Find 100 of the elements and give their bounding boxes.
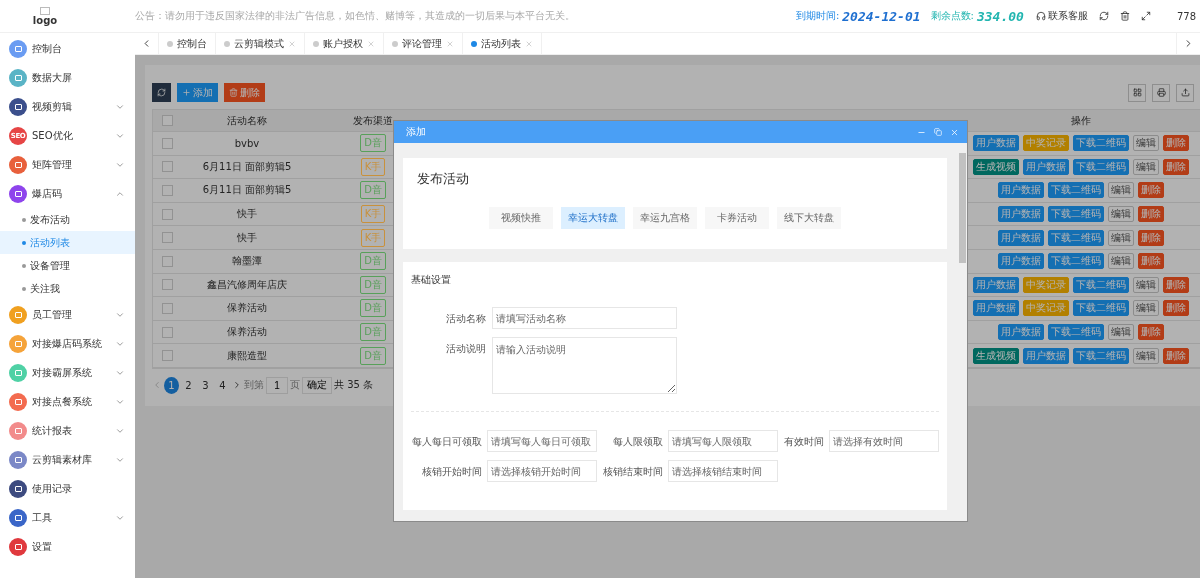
action-button[interactable]: 删除 xyxy=(1163,300,1189,317)
action-button[interactable]: 编辑 xyxy=(1133,276,1159,293)
next-page-button[interactable] xyxy=(232,380,242,391)
column-header: 活动名称 xyxy=(181,110,313,132)
confirm-button[interactable]: 确定 xyxy=(302,376,332,394)
points-label: 剩余点数: xyxy=(930,9,974,23)
page-number[interactable]: 4 xyxy=(215,376,230,394)
action-button[interactable]: 删除 xyxy=(1163,158,1189,175)
checkbox[interactable] xyxy=(161,161,173,173)
sidebar-subitem[interactable]: 设备管理 xyxy=(0,254,135,277)
close-icon[interactable] xyxy=(367,39,375,48)
checkbox[interactable] xyxy=(161,185,173,196)
sidebar-subitem[interactable]: 关注我 xyxy=(0,277,135,300)
page-number[interactable]: 1 xyxy=(164,376,179,394)
checkbox[interactable] xyxy=(161,350,173,362)
sidebar-item[interactable]: 工具 xyxy=(0,503,135,532)
action-button[interactable]: 生成视频 xyxy=(973,158,1019,175)
activity-type-tab[interactable]: 幸运九宫格 xyxy=(633,207,697,229)
sidebar-item[interactable]: 对接爆店码系统 xyxy=(0,329,135,358)
input-field[interactable]: 请填写活动名称 xyxy=(492,307,677,329)
action-button[interactable]: 编辑 xyxy=(1108,229,1134,246)
input-field[interactable]: 请选择有效时间 xyxy=(829,430,939,452)
checkbox[interactable] xyxy=(161,232,173,244)
activity-type-tab[interactable]: 幸运大转盘 xyxy=(561,207,625,229)
input-field[interactable]: 请选择核销开始时间 xyxy=(487,460,597,482)
fullscreen-icon[interactable] xyxy=(1140,11,1151,21)
channel-tag: D音 xyxy=(360,181,386,200)
action-button[interactable]: 编辑 xyxy=(1133,347,1159,364)
print-icon[interactable] xyxy=(1152,83,1170,102)
action-button[interactable]: 编辑 xyxy=(1108,182,1134,199)
text-area[interactable]: 请输入活动说明 xyxy=(492,337,677,394)
sidebar-item[interactable]: 统计报表 xyxy=(0,416,135,445)
columns-icon[interactable] xyxy=(1128,83,1146,102)
sidebar-subitem[interactable]: 活动列表 xyxy=(0,231,135,254)
page-tab[interactable]: 活动列表 xyxy=(463,33,542,54)
checkbox[interactable] xyxy=(161,326,173,338)
maximize-button[interactable] xyxy=(934,128,942,136)
input-field[interactable]: 请选择核销结束时间 xyxy=(668,460,778,482)
activity-type-tab[interactable]: 卡券活动 xyxy=(705,207,769,229)
action-button[interactable]: 编辑 xyxy=(1133,300,1159,317)
plus-icon xyxy=(182,88,191,97)
sidebar-item[interactable]: 视频剪辑 xyxy=(0,92,135,121)
sidebar-item[interactable]: 矩阵管理 xyxy=(0,150,135,179)
restore-icon xyxy=(934,128,942,136)
input-field[interactable]: 请填写每人限领取 xyxy=(668,430,778,452)
checkbox[interactable] xyxy=(161,302,173,314)
sidebar-item[interactable]: 爆店码 xyxy=(0,179,135,208)
input-field[interactable]: 请填写每人每日可领取 xyxy=(487,430,597,452)
activity-type-tab[interactable]: 线下大转盘 xyxy=(777,207,841,229)
sidebar-item[interactable]: 设置 xyxy=(0,532,135,561)
close-icon[interactable] xyxy=(446,39,454,48)
action-button[interactable]: 编辑 xyxy=(1108,206,1134,223)
sidebar-item[interactable]: 数据大屏 xyxy=(0,63,135,92)
action-button[interactable]: 删除 xyxy=(1138,206,1164,223)
refresh-button[interactable] xyxy=(152,83,171,102)
sidebar-item[interactable]: 员工管理 xyxy=(0,300,135,329)
checkbox[interactable] xyxy=(161,255,173,267)
sidebar-item[interactable]: 控制台 xyxy=(0,34,135,63)
action-button[interactable]: 删除 xyxy=(1138,324,1164,341)
action-button[interactable]: 删除 xyxy=(1138,229,1164,246)
page-input[interactable]: 1 xyxy=(266,376,288,394)
trash-icon[interactable] xyxy=(1119,11,1130,21)
action-button[interactable]: 删除 xyxy=(1138,253,1164,270)
action-button[interactable]: 删除 xyxy=(1163,276,1189,293)
page-tab[interactable]: 云剪辑模式 xyxy=(216,33,305,54)
broken-image-icon xyxy=(40,6,50,15)
page-number[interactable]: 2 xyxy=(181,376,196,394)
page-tab[interactable]: 评论管理 xyxy=(384,33,463,54)
sidebar-item[interactable]: 对接点餐系统 xyxy=(0,387,135,416)
sidebar-item[interactable]: 对接霸屏系统 xyxy=(0,358,135,387)
page-tab[interactable]: 账户授权 xyxy=(305,33,384,54)
refresh-icon[interactable] xyxy=(1098,11,1109,21)
prev-page-button[interactable] xyxy=(152,380,162,391)
checkbox[interactable] xyxy=(161,137,173,149)
sidebar-subitem[interactable]: 发布活动 xyxy=(0,208,135,231)
action-button[interactable]: 编辑 xyxy=(1108,324,1134,341)
contact-support-link[interactable]: 联系客服 xyxy=(1035,9,1088,23)
action-button[interactable]: 删除 xyxy=(1163,347,1189,364)
sidebar-item[interactable]: 云剪辑素材库 xyxy=(0,445,135,474)
page-number[interactable]: 3 xyxy=(198,376,213,394)
action-button[interactable]: 编辑 xyxy=(1133,135,1159,152)
close-icon[interactable] xyxy=(525,39,533,48)
action-button[interactable]: 删除 xyxy=(1138,182,1164,199)
points-value: 334.00 xyxy=(976,8,1024,24)
close-button[interactable] xyxy=(950,127,959,137)
activity-type-tab[interactable]: 视频快推 xyxy=(489,207,553,229)
close-icon[interactable] xyxy=(288,39,296,48)
checkbox[interactable] xyxy=(161,279,173,291)
export-icon[interactable] xyxy=(1176,83,1194,102)
field-label: 每人限领取 xyxy=(612,435,663,449)
checkbox[interactable] xyxy=(161,208,173,220)
action-button[interactable]: 删除 xyxy=(1163,135,1189,152)
page-tab[interactable]: 控制台 xyxy=(159,33,216,54)
action-button[interactable]: 编辑 xyxy=(1108,253,1134,270)
checkbox[interactable] xyxy=(161,115,173,126)
action-button[interactable]: 生成视频 xyxy=(973,347,1019,364)
action-button[interactable]: 编辑 xyxy=(1133,158,1159,175)
sidebar-item[interactable]: 使用记录 xyxy=(0,474,135,503)
delete-button[interactable]: 删除 xyxy=(224,83,265,102)
user-name[interactable]: 778 xyxy=(1176,10,1196,22)
